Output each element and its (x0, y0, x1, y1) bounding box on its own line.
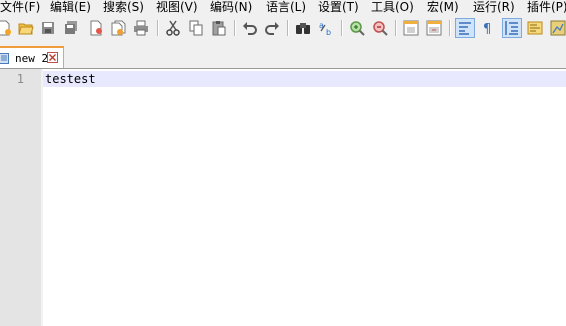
tab-label: new 2 (15, 52, 49, 65)
save-all-icon[interactable] (61, 18, 81, 38)
menu-plugins[interactable]: 插件(P) (527, 0, 566, 15)
menu-tools[interactable]: 工具(O) (371, 0, 414, 15)
menu-edit[interactable]: 编辑(E) (50, 0, 91, 15)
menu-search[interactable]: 搜索(S) (103, 0, 144, 15)
replace-icon[interactable]: ab (316, 18, 336, 38)
editor[interactable]: 1 testest (0, 69, 566, 326)
document-icon (0, 53, 9, 64)
indent-guide-icon[interactable] (502, 18, 522, 38)
current-line-highlight (43, 71, 566, 87)
find-icon[interactable] (293, 18, 313, 38)
menu-settings[interactable]: 设置(T) (318, 0, 359, 15)
svg-text:¶: ¶ (483, 22, 491, 36)
document-map-icon[interactable] (548, 18, 566, 38)
show-all-characters-icon[interactable]: ¶ (478, 18, 498, 38)
editor-line-text[interactable]: testest (45, 72, 96, 86)
cut-icon[interactable] (163, 18, 183, 38)
menu-language[interactable]: 语言(L) (266, 0, 306, 15)
menu-encoding[interactable]: 编码(N) (210, 0, 252, 15)
toolbar: ab ¶ (0, 15, 566, 43)
menu-file[interactable]: 文件(F) (0, 0, 40, 15)
line-number: 1 (16, 72, 24, 86)
sync-horizontal-icon[interactable] (424, 18, 444, 38)
sync-vertical-icon[interactable] (401, 18, 421, 38)
word-wrap-icon[interactable] (455, 18, 475, 38)
svg-text:b: b (326, 28, 331, 36)
copy-icon[interactable] (186, 18, 206, 38)
paste-icon[interactable] (209, 18, 229, 38)
print-icon[interactable] (131, 18, 151, 38)
undo-icon[interactable] (240, 18, 260, 38)
close-icon[interactable] (86, 18, 106, 38)
close-all-icon[interactable] (108, 18, 128, 38)
zoom-in-icon[interactable] (347, 18, 367, 38)
zoom-out-icon[interactable] (370, 18, 390, 38)
redo-icon[interactable] (262, 18, 282, 38)
menu-bar: 文件(F) 编辑(E) 搜索(S) 视图(V) 编码(N) 语言(L) 设置(T… (0, 0, 566, 15)
tab-new-2[interactable]: new 2 (0, 46, 64, 69)
tab-close-icon[interactable] (47, 52, 58, 63)
save-icon[interactable] (38, 18, 58, 38)
new-file-icon[interactable] (0, 18, 14, 38)
menu-macro[interactable]: 宏(M) (427, 0, 459, 15)
line-number-gutter: 1 (0, 69, 41, 326)
menu-run[interactable]: 运行(R) (473, 0, 515, 15)
tab-bar: new 2 (0, 43, 566, 69)
user-language-icon[interactable] (525, 18, 545, 38)
fold-margin[interactable] (41, 69, 43, 326)
open-file-icon[interactable] (16, 18, 36, 38)
menu-view[interactable]: 视图(V) (156, 0, 198, 15)
